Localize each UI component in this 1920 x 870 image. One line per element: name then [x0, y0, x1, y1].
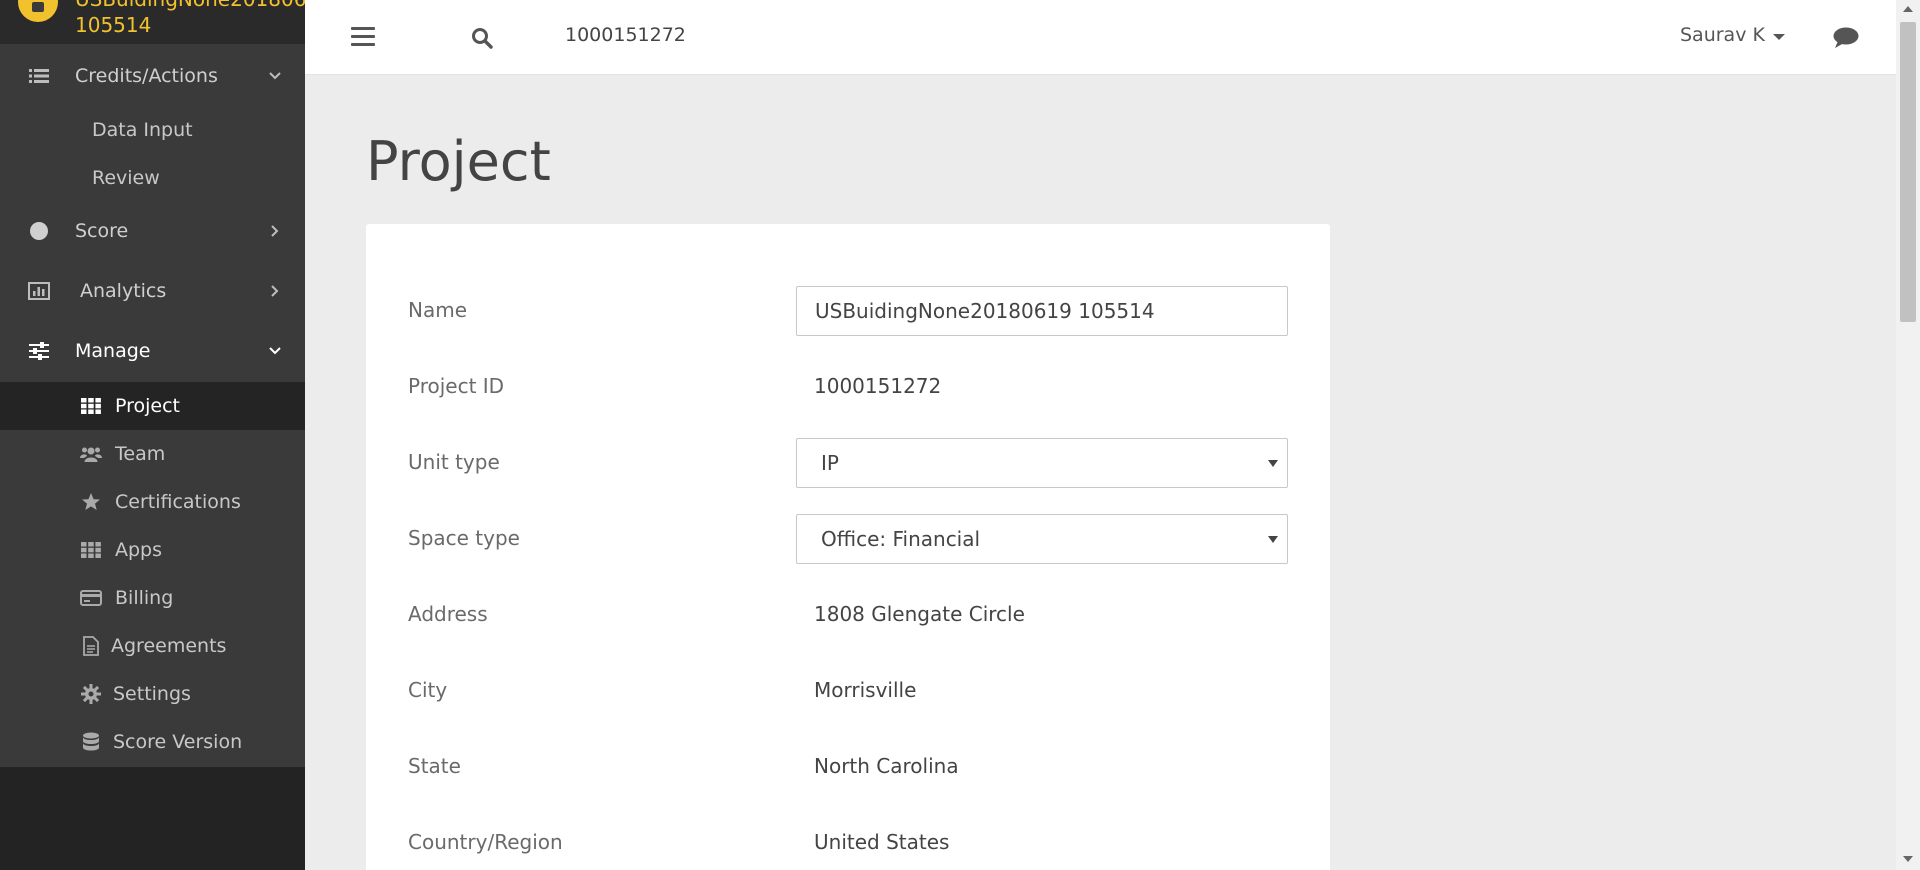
sidebar-item-credits-actions[interactable]: Credits/Actions	[0, 52, 305, 100]
sidebar-item-label: Manage	[75, 340, 151, 362]
caret-down-icon	[1772, 33, 1785, 40]
project-name-line1: USBuidingNone20180619	[75, 0, 305, 12]
sidebar-item-billing[interactable]: Billing	[0, 574, 305, 622]
sidebar-item-label: Settings	[113, 683, 191, 705]
search-icon[interactable]	[470, 26, 494, 50]
country-value: United States	[814, 830, 950, 854]
chevron-right-icon	[265, 284, 285, 298]
city-label: City	[408, 678, 448, 702]
sidebar-item-apps[interactable]: Apps	[0, 526, 305, 574]
document-icon	[80, 635, 102, 657]
page-title: Project	[366, 130, 551, 193]
star-icon	[80, 491, 102, 513]
apps-grid-icon	[80, 539, 102, 561]
gear-icon	[80, 683, 102, 705]
sidebar-item-label: Credits/Actions	[75, 65, 218, 87]
sidebar-item-score[interactable]: Score	[0, 207, 305, 255]
sidebar-item-score-version[interactable]: Score Version	[0, 718, 305, 766]
scroll-down-arrow-icon[interactable]	[1903, 856, 1913, 862]
country-label: Country/Region	[408, 830, 563, 854]
state-value: North Carolina	[814, 754, 959, 778]
sidebar-item-certifications[interactable]: Certifications	[0, 478, 305, 526]
sidebar-item-label: Project	[115, 395, 181, 417]
chevron-down-icon	[265, 71, 285, 81]
unit-type-select[interactable]: IP	[796, 438, 1288, 488]
space-type-selected-value: Office: Financial	[821, 527, 981, 551]
list-icon	[28, 65, 50, 87]
sidebar-item-team[interactable]: Team	[0, 430, 305, 478]
project-id-value: 1000151272	[814, 374, 942, 398]
user-menu[interactable]: Saurav K	[1680, 24, 1785, 46]
vertical-scrollbar[interactable]	[1896, 0, 1920, 870]
project-details-card: Name USBuidingNone20180619 105514 Projec…	[366, 224, 1330, 870]
sidebar-item-label: Apps	[115, 539, 163, 561]
address-label: Address	[408, 602, 488, 626]
unit-type-label: Unit type	[408, 450, 500, 474]
users-icon	[80, 443, 102, 465]
chevron-right-icon	[265, 224, 285, 238]
sidebar-item-manage[interactable]: Manage	[0, 327, 305, 375]
sidebar-item-settings[interactable]: Settings	[0, 670, 305, 718]
sidebar-item-label: Team	[115, 443, 166, 465]
top-bar: 1000151272 Saurav K	[305, 0, 1896, 75]
sidebar-item-label: Score	[75, 220, 129, 242]
grid-icon	[80, 395, 102, 417]
sidebar-item-label: Analytics	[80, 280, 167, 302]
address-value: 1808 Glengate Circle	[814, 602, 1025, 626]
circle-icon	[28, 220, 50, 242]
database-icon	[80, 731, 102, 753]
sidebar-item-label: Billing	[115, 587, 174, 609]
scroll-up-arrow-icon[interactable]	[1903, 6, 1913, 12]
chat-icon[interactable]	[1832, 26, 1860, 50]
hamburger-menu-icon[interactable]	[351, 27, 375, 47]
sidebar-item-label: Review	[92, 167, 160, 189]
unit-type-selected-value: IP	[821, 451, 839, 475]
scrollbar-thumb[interactable]	[1900, 22, 1916, 322]
chevron-down-icon	[265, 346, 285, 356]
sidebar-item-review[interactable]: Review	[0, 154, 305, 202]
sidebar-item-analytics[interactable]: Analytics	[0, 267, 305, 315]
dropdown-arrow-icon	[1268, 536, 1278, 543]
sidebar-item-label: Agreements	[111, 635, 227, 657]
sliders-icon	[28, 340, 50, 362]
project-name: USBuidingNone20180619 105514	[75, 0, 305, 38]
sidebar-item-project[interactable]: Project	[0, 382, 305, 430]
sidebar-item-label: Certifications	[115, 491, 241, 513]
space-type-label: Space type	[408, 526, 520, 550]
name-input[interactable]: USBuidingNone20180619 105514	[796, 286, 1288, 336]
project-id-label: Project ID	[408, 374, 505, 398]
sidebar-item-data-input[interactable]: Data Input	[0, 106, 305, 154]
city-value: Morrisville	[814, 678, 917, 702]
sidebar-item-label: Score Version	[113, 731, 243, 753]
project-header[interactable]: USBuidingNone20180619 105514	[0, 0, 305, 44]
dropdown-arrow-icon	[1268, 460, 1278, 467]
project-name-line2: 105514	[75, 13, 152, 37]
sidebar: USBuidingNone20180619 105514 Credits/Act…	[0, 0, 305, 870]
search-input[interactable]: 1000151272	[565, 24, 686, 46]
space-type-select[interactable]: Office: Financial	[796, 514, 1288, 564]
building-icon	[18, 0, 58, 22]
name-label: Name	[408, 298, 468, 322]
bar-chart-icon	[28, 280, 50, 302]
sidebar-item-label: Data Input	[92, 119, 193, 141]
user-name: Saurav K	[1680, 24, 1765, 46]
credit-card-icon	[80, 587, 102, 609]
sidebar-item-agreements[interactable]: Agreements	[0, 622, 305, 670]
state-label: State	[408, 754, 461, 778]
